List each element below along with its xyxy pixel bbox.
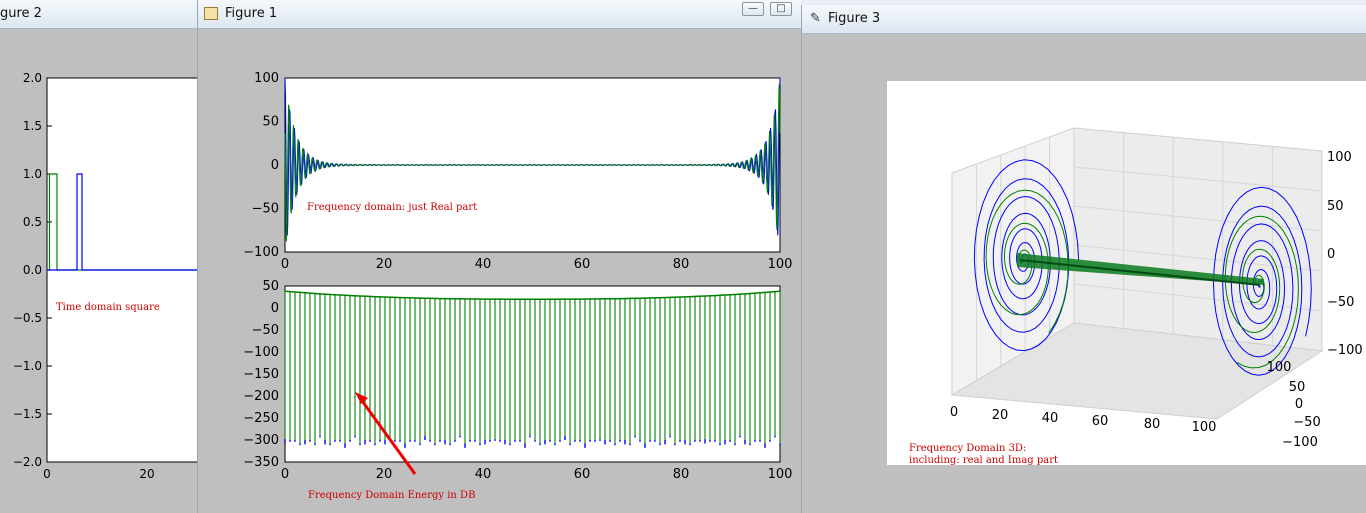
time-domain-chart: 2.0 1.5 1.0 0.5 0.0 −0.5 −1.0 −1.5 −2.0 0 20 Time… (13, 71, 197, 481)
y-tick-label: −1.5 (13, 407, 42, 421)
x-tick-label: 60 (1092, 414, 1109, 429)
x-tick-label: 20 (376, 467, 393, 482)
y-tick-label: 0 (271, 158, 279, 173)
z-tick-label: −100 (1327, 343, 1363, 358)
minimize-button[interactable]: — (742, 2, 764, 16)
y-tick-label: −300 (243, 433, 279, 448)
y-tick-label: 1.0 (23, 167, 42, 181)
y-tick-label: 0 (1295, 397, 1303, 412)
figure2-window[interactable]: gure 2 2.0 1.5 1.0 0.5 0.0 −0.5 −1.0 −1.5 −2.0 0… (0, 0, 197, 513)
y-tick-label: −100 (243, 345, 279, 360)
time-domain-annotation: Time domain square (56, 302, 160, 313)
y-tick-label: −2.0 (13, 455, 42, 469)
x-tick-label: 80 (673, 257, 690, 272)
figure2-title: gure 2 (0, 6, 42, 21)
frequency-real-annotation: Frequency domain: just Real part (307, 202, 477, 213)
x-tick-label: 60 (574, 257, 591, 272)
y-tick-label: −50 (1293, 415, 1320, 430)
y-tick-label: 50 (262, 115, 279, 130)
figure3-pen-icon: ✎ (810, 11, 821, 26)
y-tick-label: −100 (243, 245, 279, 260)
y-tick-label: −50 (252, 202, 279, 217)
figure3-canvas: 0 20 40 60 80 100 100 50 0 −50 −100 100 50 0 −50 −100 F… (887, 81, 1366, 466)
y-tick-label: −100 (1282, 435, 1318, 450)
z-tick-label: −50 (1327, 295, 1354, 310)
figure3-titlebar[interactable]: ✎ Figure 3 (802, 5, 1366, 34)
x-tick-label: 80 (1144, 417, 1161, 432)
y-tick-label: 0.0 (23, 263, 42, 277)
y-tick-label: −150 (243, 367, 279, 382)
y-tick-label: 50 (262, 279, 279, 294)
y-tick-label: −1.0 (13, 359, 42, 373)
figure3-title: Figure 3 (828, 11, 881, 26)
back-pane-right (1073, 127, 1323, 352)
y-tick-label: −250 (243, 411, 279, 426)
figure1-window[interactable]: Figure 1 — □ 100 50 0 −50 −100 0 20 40 60 80 100 … (197, 0, 801, 513)
z-tick-label: 50 (1327, 199, 1344, 214)
y-tick-label: 50 (1289, 380, 1306, 395)
minimize-icon: — (748, 3, 758, 14)
y-tick-label: −50 (252, 323, 279, 338)
y-tick-label: −350 (243, 455, 279, 470)
figure2-titlebar[interactable]: gure 2 (0, 0, 197, 29)
x-tick-label: 80 (673, 467, 690, 482)
x-tick-label: 20 (376, 257, 393, 272)
figure1-app-icon (204, 7, 218, 20)
x-tick-label: 0 (281, 257, 289, 272)
y-tick-label: 100 (254, 71, 279, 86)
figure1-title: Figure 1 (225, 6, 278, 21)
figure3-window[interactable]: ✎ Figure 3 0 20 40 60 80 100 100 50 0 −50 −100 100 5… (801, 5, 1366, 513)
x-tick-label: 100 (768, 257, 793, 272)
frequency-energy-annotation: Frequency Domain Energy in DB (308, 490, 475, 501)
x-tick-label: 40 (1042, 411, 1059, 426)
y-tick-label: −0.5 (13, 311, 42, 325)
frequency-energy-plot-area (284, 285, 781, 463)
x-tick-label: 40 (475, 257, 492, 272)
maximize-icon: □ (776, 3, 786, 14)
y-tick-label: −200 (243, 389, 279, 404)
x-tick-label: 0 (950, 405, 958, 420)
figure1-canvas: 100500−50−100 0 20 40 60 80 100 Frequency dom… (243, 71, 793, 501)
x-tick-label: 100 (1192, 420, 1217, 435)
x-tick-label: 0 (43, 467, 51, 481)
x-tick-label: 100 (768, 467, 793, 482)
z-tick-label: 100 (1327, 150, 1352, 165)
x-tick-label: 40 (475, 467, 492, 482)
y-tick-label: 0.5 (23, 215, 42, 229)
figure1-titlebar[interactable]: Figure 1 — □ (198, 0, 801, 29)
frequency-3d-annotation-line1: Frequency Domain 3D: (909, 443, 1026, 454)
frequency-3d-annotation-line2: including: real and Imag part (909, 455, 1058, 466)
z-tick-label: 0 (1327, 247, 1335, 262)
x-tick-label: 0 (281, 467, 289, 482)
y-tick-label: 1.5 (23, 119, 42, 133)
y-tick-label: 100 (1267, 360, 1292, 375)
maximize-button[interactable]: □ (770, 2, 792, 16)
y-tick-label: 0 (271, 301, 279, 316)
x-tick-label: 20 (139, 467, 154, 481)
x-tick-label: 60 (574, 467, 591, 482)
x-tick-label: 20 (992, 408, 1009, 423)
y-tick-label: 2.0 (23, 71, 42, 85)
